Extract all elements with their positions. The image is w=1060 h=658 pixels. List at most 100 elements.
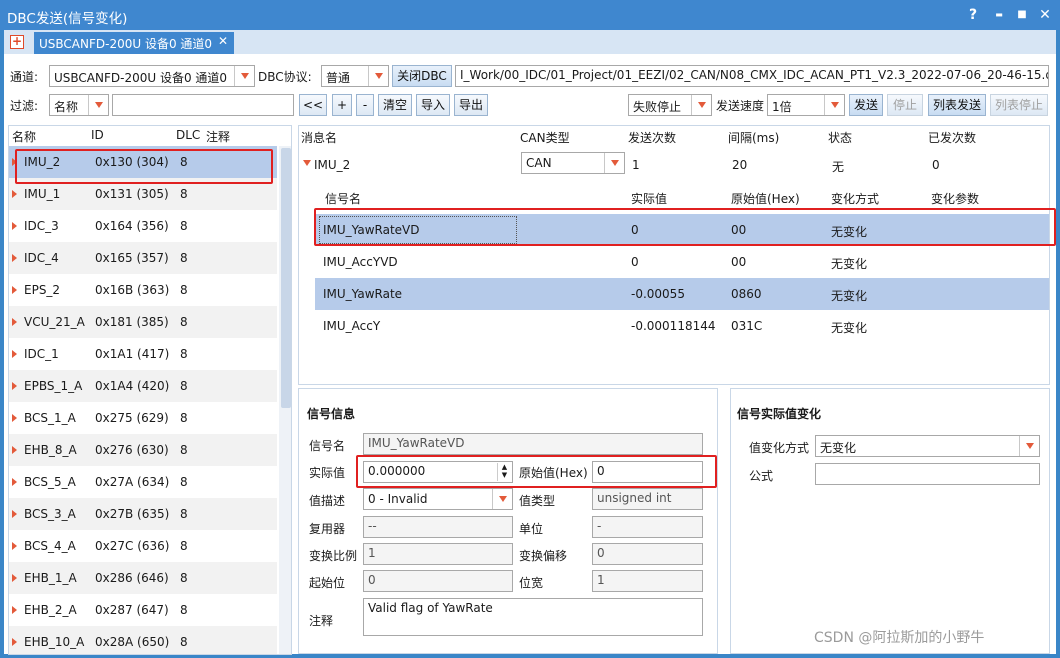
- list-item[interactable]: EHB_2_A 0x287 (647) 8: [9, 594, 277, 626]
- message-dlc: 8: [180, 315, 188, 329]
- message-id: 0x287 (647): [95, 603, 169, 617]
- list-item[interactable]: EHB_10_A 0x28A (650) 8: [9, 626, 277, 654]
- formula-label: 公式: [749, 469, 774, 483]
- clear-button[interactable]: 清空: [378, 94, 412, 116]
- change-mode-select[interactable]: 无变化: [815, 435, 1040, 457]
- highlight-box: [314, 208, 1056, 246]
- list-item[interactable]: BCS_3_A 0x27B (635) 8: [9, 498, 277, 530]
- dropdown-arrow-icon[interactable]: [604, 153, 624, 173]
- list-item[interactable]: EHB_1_A 0x286 (646) 8: [9, 562, 277, 594]
- scrollbar[interactable]: [279, 146, 291, 654]
- offset-field: 0: [592, 543, 703, 565]
- fail-mode-select[interactable]: 失败停止: [628, 94, 712, 116]
- filter-select[interactable]: 名称: [49, 94, 109, 116]
- expand-arrow-icon[interactable]: [12, 510, 17, 518]
- expand-arrow-icon[interactable]: [12, 478, 17, 486]
- list-item[interactable]: EPS_2 0x16B (363) 8: [9, 274, 277, 306]
- filter-input[interactable]: [112, 94, 294, 116]
- highlight-box: [356, 455, 717, 488]
- dropdown-arrow-icon[interactable]: [234, 66, 254, 86]
- expand-arrow-icon[interactable]: [12, 574, 17, 582]
- list-item[interactable]: VCU_21_A 0x181 (385) 8: [9, 306, 277, 338]
- scrollbar-thumb[interactable]: [281, 148, 291, 408]
- remove-button[interactable]: -: [356, 94, 374, 116]
- expand-arrow-icon[interactable]: [12, 286, 17, 294]
- new-tab-icon[interactable]: +: [10, 35, 24, 49]
- expand-arrow-icon[interactable]: [12, 606, 17, 614]
- speed-select[interactable]: 1倍: [767, 94, 845, 116]
- dropdown-arrow-icon[interactable]: [691, 95, 711, 115]
- message-name: EPBS_1_A: [24, 379, 83, 393]
- signal-actual[interactable]: -0.00055: [631, 287, 685, 301]
- dropdown-arrow-icon[interactable]: [88, 95, 108, 115]
- message-name: IDC_3: [24, 219, 59, 233]
- expand-arrow-icon[interactable]: [12, 254, 17, 262]
- expand-arrow-icon[interactable]: [12, 222, 17, 230]
- expand-arrow-icon[interactable]: [303, 160, 311, 166]
- list-stop-button[interactable]: 列表停止: [990, 94, 1048, 116]
- expand-arrow-icon[interactable]: [12, 446, 17, 454]
- expand-arrow-icon[interactable]: [12, 414, 17, 422]
- list-item[interactable]: BCS_5_A 0x27A (634) 8: [9, 466, 277, 498]
- formula-input[interactable]: [815, 463, 1040, 485]
- title-bar: DBC发送(信号变化) ? ▬ ■ ✕: [0, 0, 1060, 30]
- help-icon[interactable]: ?: [963, 5, 983, 25]
- actual-value-label: 实际值: [309, 466, 346, 480]
- dropdown-arrow-icon[interactable]: [492, 489, 512, 509]
- tab-bar: + USBCANFD-200U 设备0 通道0 ✕: [4, 30, 1056, 54]
- signal-actual[interactable]: -0.000118144: [631, 319, 716, 333]
- channel-select[interactable]: USBCANFD-200U 设备0 通道0: [49, 65, 255, 87]
- signal-mode[interactable]: 无变化: [831, 287, 867, 304]
- note-textarea[interactable]: Valid flag of YawRate: [363, 598, 703, 636]
- signal-row[interactable]: IMU_AccY -0.000118144 031C 无变化: [315, 310, 1049, 342]
- expand-arrow-icon[interactable]: [12, 638, 17, 646]
- send-button[interactable]: 发送: [849, 94, 883, 116]
- tab-close-icon[interactable]: ✕: [218, 34, 228, 48]
- list-send-button[interactable]: 列表发送: [928, 94, 986, 116]
- expand-arrow-icon[interactable]: [12, 542, 17, 550]
- tab-device[interactable]: USBCANFD-200U 设备0 通道0 ✕: [34, 32, 234, 54]
- dropdown-arrow-icon[interactable]: [1019, 436, 1039, 456]
- signal-row[interactable]: IMU_YawRate -0.00055 0860 无变化: [315, 278, 1049, 310]
- stop-button[interactable]: 停止: [887, 94, 923, 116]
- signal-raw[interactable]: 00: [731, 255, 746, 269]
- signal-info-title: 信号信息: [304, 405, 359, 422]
- list-item[interactable]: BCS_4_A 0x27C (636) 8: [9, 530, 277, 562]
- list-item[interactable]: EHB_8_A 0x276 (630) 8: [9, 434, 277, 466]
- signal-mode[interactable]: 无变化: [831, 255, 867, 272]
- expand-arrow-icon[interactable]: [12, 190, 17, 198]
- signal-row[interactable]: IMU_AccYVD 0 00 无变化: [315, 246, 1049, 278]
- expand-arrow-icon[interactable]: [12, 382, 17, 390]
- maximize-icon[interactable]: ■: [1012, 5, 1032, 25]
- add-button[interactable]: +: [332, 94, 352, 116]
- export-button[interactable]: 导出: [454, 94, 488, 116]
- list-item[interactable]: BCS_1_A 0x275 (629) 8: [9, 402, 277, 434]
- message-dlc: 8: [180, 635, 188, 649]
- expand-arrow-icon[interactable]: [12, 318, 17, 326]
- expand-arrow-icon[interactable]: [12, 350, 17, 358]
- dbc-path-field[interactable]: I_Work/00_IDC/01_Project/01_EEZI/02_CAN/…: [455, 65, 1049, 87]
- prev-button[interactable]: <<: [299, 94, 327, 116]
- signal-raw[interactable]: 0860: [731, 287, 762, 301]
- close-icon[interactable]: ✕: [1035, 5, 1055, 25]
- minimize-icon[interactable]: ▬: [989, 5, 1009, 25]
- start-bit-label: 起始位: [309, 576, 346, 590]
- list-item[interactable]: EPBS_1_A 0x1A4 (420) 8: [9, 370, 277, 402]
- close-dbc-button[interactable]: 关闭DBC: [392, 65, 452, 87]
- import-button[interactable]: 导入: [416, 94, 450, 116]
- message-name: EHB_8_A: [24, 443, 77, 457]
- signal-mode[interactable]: 无变化: [831, 319, 867, 336]
- send-count-value[interactable]: 1: [632, 158, 640, 172]
- can-type-select[interactable]: CAN: [521, 152, 625, 174]
- list-item[interactable]: IDC_3 0x164 (356) 8: [9, 210, 277, 242]
- list-item[interactable]: IDC_1 0x1A1 (417) 8: [9, 338, 277, 370]
- list-item[interactable]: IDC_4 0x165 (357) 8: [9, 242, 277, 274]
- dropdown-arrow-icon[interactable]: [824, 95, 844, 115]
- message-id: 0x27A (634): [95, 475, 170, 489]
- signal-actual[interactable]: 0: [631, 255, 639, 269]
- signal-raw[interactable]: 031C: [731, 319, 762, 333]
- dbc-select[interactable]: 普通: [321, 65, 389, 87]
- dropdown-arrow-icon[interactable]: [368, 66, 388, 86]
- interval-value[interactable]: 20: [732, 158, 747, 172]
- value-desc-select[interactable]: 0 - Invalid: [363, 488, 513, 510]
